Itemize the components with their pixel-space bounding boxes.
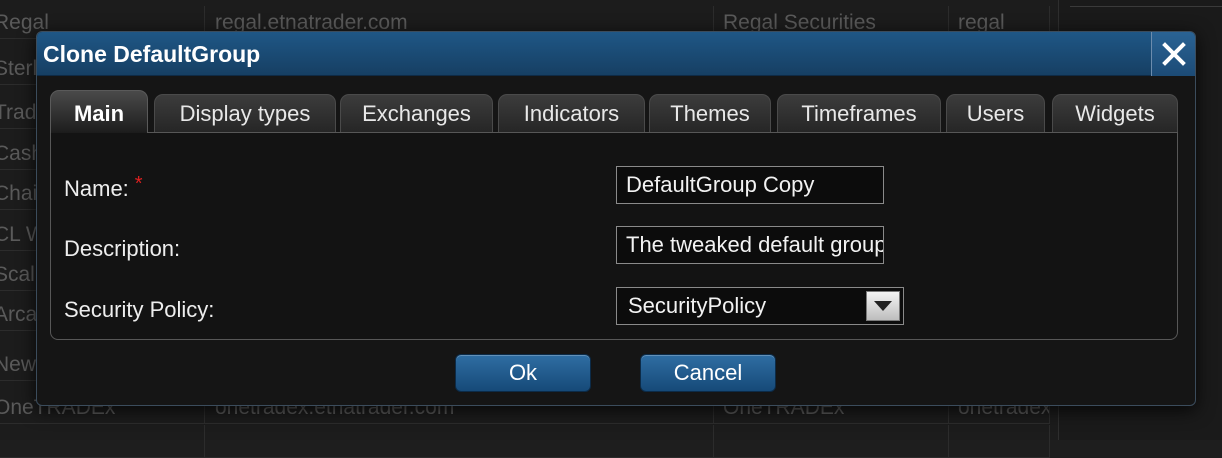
main-tab-panel: Name: * DefaultGroup Copy Description: Th… (50, 132, 1178, 340)
name-label-text: Name: (64, 176, 129, 201)
tab-indicators[interactable]: Indicators (498, 94, 645, 132)
tab-exchanges[interactable]: Exchanges (340, 94, 493, 132)
tab-timeframes[interactable]: Timeframes (777, 94, 941, 132)
table-row[interactable] (0, 425, 1050, 458)
tab-themes[interactable]: Themes (649, 94, 771, 132)
security-policy-label: Security Policy: (64, 297, 215, 322)
name-label: Name: * (64, 173, 143, 202)
tab-bar: Main Display types Exchanges Indicators … (50, 90, 1180, 133)
security-policy-value: SecurityPolicy (628, 293, 767, 318)
dialog-title: Clone DefaultGroup (43, 41, 261, 67)
tab-main[interactable]: Main (50, 90, 148, 133)
name-field[interactable]: DefaultGroup Copy (616, 166, 884, 204)
dialog-titlebar[interactable]: Clone DefaultGroup (37, 32, 1195, 76)
tab-display-types[interactable]: Display types (154, 94, 336, 132)
description-label: Description: (64, 236, 181, 261)
close-icon (1161, 42, 1186, 66)
tab-users[interactable]: Users (946, 94, 1045, 132)
description-field[interactable]: The tweaked default group (616, 226, 884, 264)
ok-button[interactable]: Ok (455, 354, 591, 392)
chevron-down-icon (874, 301, 892, 311)
side-divider (1070, 6, 1222, 7)
security-policy-select[interactable]: SecurityPolicy (616, 287, 904, 325)
dropdown-button[interactable] (866, 291, 900, 321)
tab-widgets[interactable]: Widgets (1052, 94, 1178, 132)
clone-group-dialog: Clone DefaultGroup Main Display types Ex… (36, 31, 1196, 406)
cancel-button[interactable]: Cancel (640, 354, 776, 392)
close-button[interactable] (1151, 32, 1195, 76)
required-marker: * (134, 173, 143, 195)
